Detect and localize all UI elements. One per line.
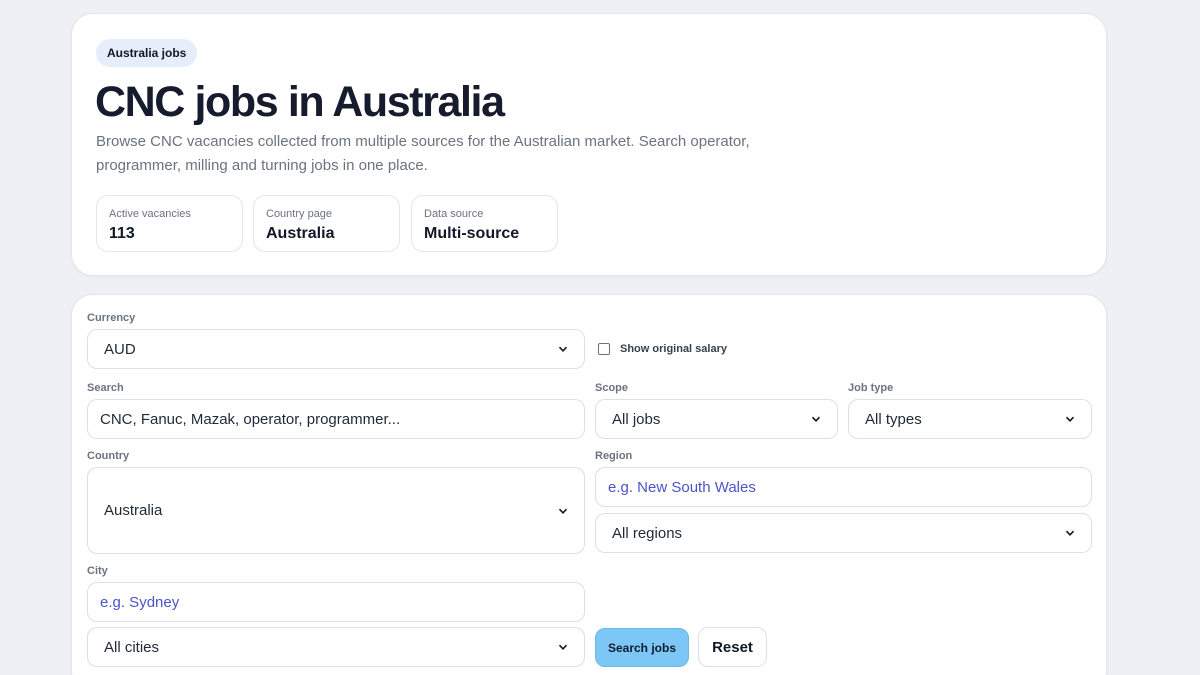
stat-active-vacancies: Active vacancies 113: [96, 195, 243, 252]
reset-button[interactable]: Reset: [698, 627, 767, 667]
hero-card: Australia jobs CNC jobs in Australia Bro…: [71, 13, 1107, 276]
show-original-salary-checkbox[interactable]: [598, 343, 610, 355]
page-description: Browse CNC vacancies collected from mult…: [96, 133, 750, 174]
show-original-salary[interactable]: Show original salary: [598, 339, 727, 359]
chevron-down-icon: [558, 506, 568, 516]
stat-label: Country page: [266, 208, 333, 220]
stat-data-source: Data source Multi-source: [411, 195, 558, 252]
stat-value: Australia: [266, 225, 335, 242]
scope-value: All jobs: [612, 410, 661, 428]
region-select-value: All regions: [612, 524, 683, 542]
currency-value: AUD: [104, 340, 136, 358]
city-label: City: [87, 565, 108, 577]
chevron-down-icon: [558, 642, 568, 652]
chevron-down-icon: [811, 414, 821, 424]
stat-label: Active vacancies: [109, 208, 191, 220]
filters-card: Currency AUD Show original salary Search…: [71, 294, 1107, 675]
job-type-value: All types: [865, 410, 922, 428]
country-select[interactable]: Australia: [87, 467, 585, 554]
chevron-down-icon: [1065, 528, 1075, 538]
city-placeholder: e.g. Sydney: [100, 593, 180, 611]
chevron-down-icon: [558, 344, 568, 354]
search-label: Search: [87, 382, 124, 394]
country-label: Country: [87, 450, 130, 462]
region-placeholder: e.g. New South Wales: [608, 478, 756, 496]
show-original-salary-label: Show original salary: [620, 343, 727, 355]
search-jobs-button[interactable]: Search jobs: [595, 628, 689, 667]
scope-label: Scope: [595, 382, 629, 394]
stat-value: Multi-source: [424, 225, 520, 242]
stat-label: Data source: [424, 208, 484, 220]
search-input[interactable]: CNC, Fanuc, Mazak, operator, programmer.…: [87, 399, 585, 439]
search-placeholder: CNC, Fanuc, Mazak, operator, programmer.…: [100, 410, 401, 428]
country-badge: Australia jobs: [96, 39, 198, 67]
page-title: CNC jobs in Australia: [95, 78, 505, 126]
stat-country-page: Country page Australia: [253, 195, 400, 252]
chevron-down-icon: [1065, 414, 1075, 424]
region-select[interactable]: All regions: [595, 513, 1092, 553]
city-select[interactable]: All cities: [87, 627, 585, 667]
currency-select[interactable]: AUD: [87, 329, 585, 369]
country-value: Australia: [104, 502, 163, 519]
scope-select[interactable]: All jobs: [595, 399, 838, 439]
job-type-label: Job type: [848, 382, 894, 394]
job-type-select[interactable]: All types: [848, 399, 1092, 439]
region-label: Region: [595, 450, 633, 462]
region-input[interactable]: e.g. New South Wales: [595, 467, 1092, 507]
city-select-value: All cities: [104, 638, 160, 656]
stat-value: 113: [109, 225, 135, 242]
currency-label: Currency: [87, 312, 136, 324]
city-input[interactable]: e.g. Sydney: [87, 582, 585, 622]
